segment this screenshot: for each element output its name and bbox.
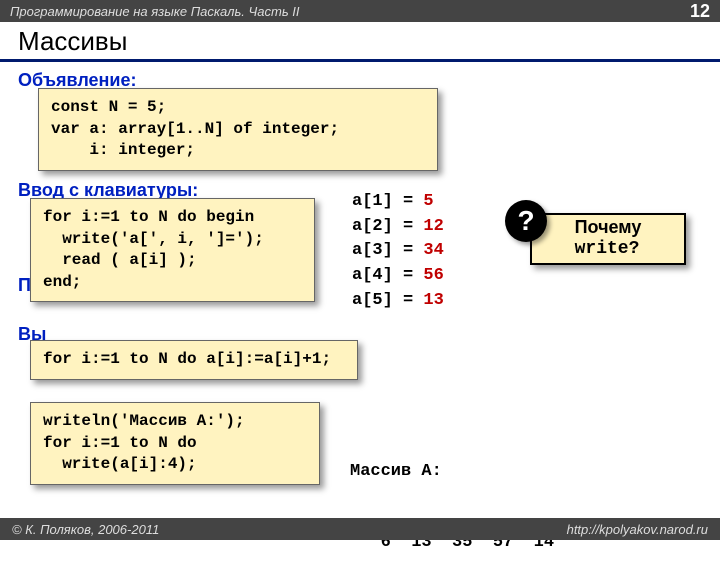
code-input: for i:=1 to N do begin write('a[', i, ']… [30,198,315,302]
output-label: Массив A: [350,460,554,484]
callout-code: write? [575,239,640,259]
slide-footer: © К. Поляков, 2006-2011 http://kpolyakov… [0,518,720,540]
array-row: a[2] = 12 [352,215,444,240]
callout-box: Почему write? [530,213,686,265]
course-label: Программирование на языке Паскаль. Часть… [10,4,300,19]
array-row: a[4] = 56 [352,264,444,289]
slide-title: Массивы [0,22,720,62]
copyright: © К. Поляков, 2006-2011 [12,522,159,537]
url: http://kpolyakov.narod.ru [567,522,708,537]
array-row: a[5] = 13 [352,289,444,314]
page-number: 12 [690,1,710,22]
callout-text: Почему [575,217,642,237]
program-output: Массив A: 6 13 35 57 14 [350,412,554,579]
code-declaration: const N = 5; var a: array[1..N] of integ… [38,88,438,171]
sample-values: a[1] = 5 a[2] = 12 a[3] = 34 a[4] = 56 a… [352,190,444,313]
code-output: writeln('Массив A:'); for i:=1 to N do w… [30,402,320,485]
slide-header: Программирование на языке Паскаль. Часть… [0,0,720,22]
code-process: for i:=1 to N do a[i]:=a[i]+1; [30,340,358,380]
array-row: a[3] = 34 [352,239,444,264]
array-row: a[1] = 5 [352,190,444,215]
question-icon: ? [505,200,547,242]
